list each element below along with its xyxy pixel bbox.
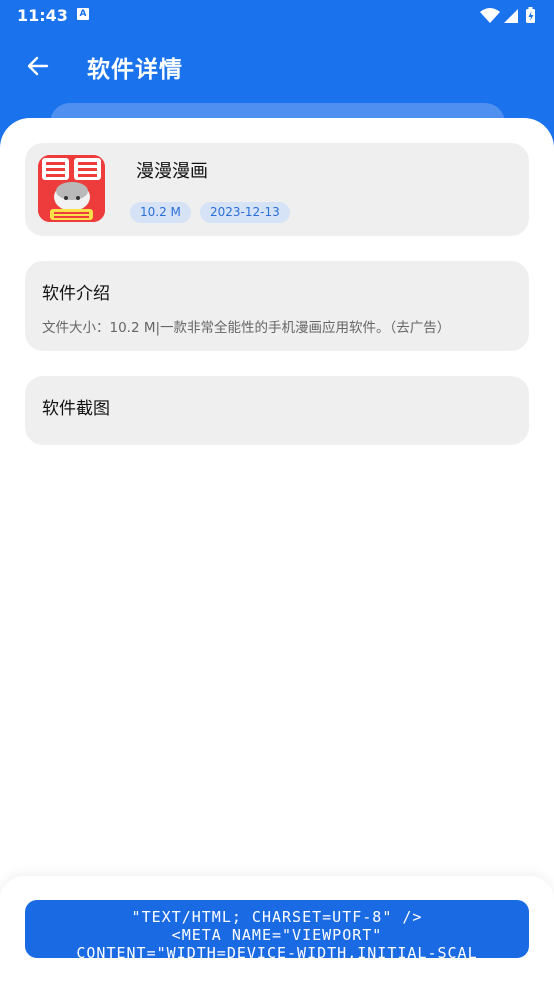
intro-card: 软件介绍 文件大小：10.2 M|一款非常全能性的手机漫画应用软件。（去广告） (25, 261, 529, 351)
button-text-line-3: CONTENT="WIDTH=DEVICE-WIDTH,INITIAL-SCAL (76, 944, 478, 958)
date-badge: 2023-12-13 (200, 202, 290, 223)
download-button-label: "TEXT/HTML; CHARSET=UTF-8" /> <META NAME… (25, 900, 529, 958)
page-title: 软件详情 (87, 57, 183, 83)
app-icon (38, 155, 105, 222)
battery-icon (526, 7, 535, 23)
screenshots-card: 软件截图 (25, 376, 529, 445)
content-sheet (0, 118, 554, 984)
app-info-card: 漫漫漫画 10.2 M 2023-12-13 (25, 143, 529, 236)
intro-text: 文件大小：10.2 M|一款非常全能性的手机漫画应用软件。（去广告） (42, 320, 451, 336)
intro-title: 软件介绍 (42, 284, 110, 304)
button-text-line-1: "TEXT/HTML; CHARSET=UTF-8" /> (131, 908, 423, 926)
back-arrow-icon[interactable] (24, 52, 52, 80)
notification-icon: A (77, 8, 89, 20)
size-badge: 10.2 M (130, 202, 191, 223)
app-name: 漫漫漫画 (136, 161, 208, 182)
app-header: 软件详情 (0, 30, 554, 110)
system-status-icons (480, 7, 535, 23)
status-bar: 11:43 A (0, 0, 554, 30)
screenshots-title: 软件截图 (42, 399, 110, 419)
status-time: 11:43 (17, 6, 68, 25)
signal-icon (504, 9, 518, 23)
wifi-icon (480, 8, 500, 23)
button-text-line-2: <META NAME="VIEWPORT" (171, 926, 383, 944)
download-button[interactable]: "TEXT/HTML; CHARSET=UTF-8" /> <META NAME… (25, 900, 529, 958)
